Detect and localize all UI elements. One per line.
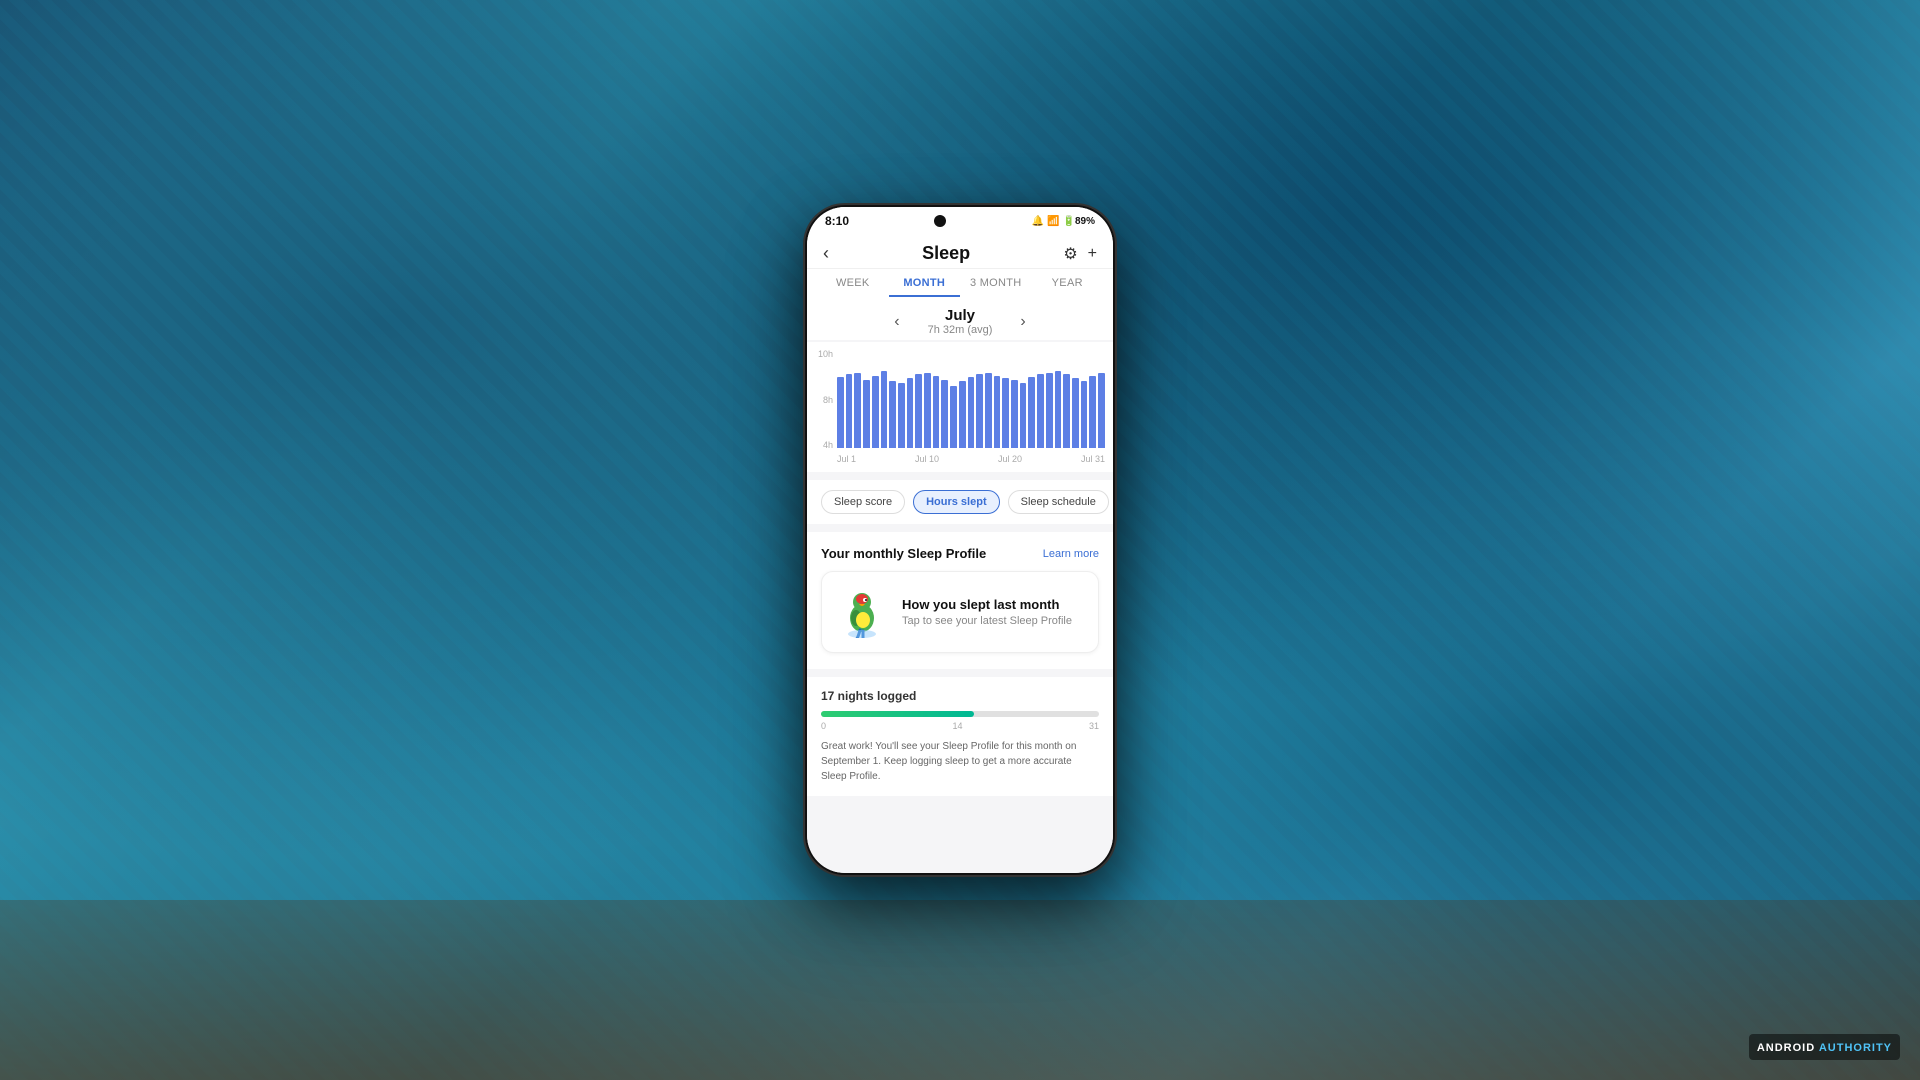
settings-icon[interactable]: ⚙ [1063,244,1077,264]
nights-logged-section: 17 nights logged 0 14 31 Great work! You… [807,677,1113,796]
phone-frame: 8:10 🔔 📶 🔋89% ‹ Sleep ⚙ + [805,205,1115,875]
y-label-4h: 4h [823,441,833,450]
bar-6 [881,371,888,448]
x-label-jul20: Jul 20 [998,454,1022,464]
bar-7 [889,381,896,448]
notification-icon: 🔔 [1032,216,1044,227]
add-icon[interactable]: + [1088,245,1097,263]
x-axis-labels: Jul 1 Jul 10 Jul 20 Jul 31 [811,450,1105,464]
y-axis-labels: 10h 8h 4h [811,350,837,450]
status-bar: 8:10 🔔 📶 🔋89% [807,207,1113,235]
x-label-jul10: Jul 10 [915,454,939,464]
bar-27 [1063,374,1070,448]
bar-10 [915,374,922,448]
page-title: Sleep [922,243,970,264]
bar-26 [1055,371,1062,448]
tick-end: 31 [1089,721,1099,731]
bar-17 [976,374,983,448]
section-title: Your monthly Sleep Profile [821,546,986,561]
phone-screen: 8:10 🔔 📶 🔋89% ‹ Sleep ⚙ + [807,207,1113,873]
bar-13 [941,380,948,448]
watermark-text: ANDROID AUTHORITY [1757,1042,1892,1054]
pill-sleep-schedule[interactable]: Sleep schedule [1008,490,1109,514]
battery-icon: 🔋89% [1063,216,1095,227]
bar-29 [1081,381,1088,448]
bar-24 [1037,374,1044,448]
progress-ticks: 0 14 31 [821,721,1099,731]
pill-sleep-score[interactable]: Sleep score [821,490,905,514]
bar-28 [1072,378,1079,448]
bar-9 [907,378,914,448]
bar-25 [1046,373,1053,448]
tab-3month[interactable]: 3 MONTH [960,269,1032,297]
sleep-profile-card-title: How you slept last month [902,597,1072,612]
watermark: ANDROID AUTHORITY [1749,1034,1900,1060]
nights-logged-label: 17 nights logged [821,689,1099,703]
progress-bar [821,711,1099,717]
prev-month-button[interactable]: ‹ [886,309,907,335]
back-button[interactable]: ‹ [823,243,829,264]
month-info: July 7h 32m (avg) [928,307,993,336]
bar-5 [872,376,879,448]
sleep-profile-section: Your monthly Sleep Profile Learn more [807,532,1113,669]
progress-fill [821,711,974,717]
bar-21 [1011,380,1018,448]
chart-bars [837,350,1105,450]
y-label-10h: 10h [818,350,833,359]
filter-pills: Sleep score Hours slept Sleep schedule [807,480,1113,524]
month-navigator: ‹ July 7h 32m (avg) › [807,297,1113,340]
learn-more-button[interactable]: Learn more [1043,548,1099,560]
bar-14 [950,386,957,448]
sleep-chart: 10h 8h 4h Jul 1 Jul 10 Jul 20 Jul 31 [807,342,1113,472]
bar-4 [863,380,870,448]
bar-30 [1089,376,1096,448]
app-header: ‹ Sleep ⚙ + [807,235,1113,269]
bar-23 [1028,377,1035,448]
tab-month[interactable]: MONTH [889,269,961,297]
camera-notch [934,215,946,227]
parrot-icon [836,586,888,638]
phone-device: 8:10 🔔 📶 🔋89% ‹ Sleep ⚙ + [805,205,1115,875]
bar-11 [924,373,931,448]
bar-16 [968,377,975,448]
status-time: 8:10 [825,214,849,228]
header-actions: ⚙ + [1063,244,1097,264]
bar-1 [837,377,844,448]
x-label-jul1: Jul 1 [837,454,856,464]
x-label-jul31: Jul 31 [1081,454,1105,464]
nights-description: Great work! You'll see your Sleep Profil… [821,739,1099,784]
bar-8 [898,383,905,448]
signal-icon: 📶 [1047,216,1059,227]
chart-container: 10h 8h 4h [811,350,1105,450]
tick-mid: 14 [952,721,962,731]
bar-22 [1020,383,1027,448]
bar-31 [1098,373,1105,448]
pill-hours-slept[interactable]: Hours slept [913,490,1000,514]
section-header: Your monthly Sleep Profile Learn more [821,546,1099,561]
bar-3 [854,373,861,448]
bar-12 [933,376,940,448]
tab-bar: WEEK MONTH 3 MONTH YEAR [807,269,1113,297]
tab-week[interactable]: WEEK [817,269,889,297]
tick-start: 0 [821,721,826,731]
next-month-button[interactable]: › [1012,309,1033,335]
month-name: July [928,307,993,324]
scroll-content[interactable]: ‹ July 7h 32m (avg) › 10h 8h 4h [807,297,1113,873]
status-icons: 🔔 📶 🔋89% [1032,216,1095,227]
sleep-profile-card[interactable]: How you slept last month Tap to see your… [821,571,1099,653]
bar-18 [985,373,992,448]
sleep-profile-text: How you slept last month Tap to see your… [902,597,1072,627]
table-surface [0,900,1920,1080]
bar-20 [1002,378,1009,448]
y-label-8h: 8h [823,396,833,405]
month-avg: 7h 32m (avg) [928,324,993,336]
bar-19 [994,376,1001,448]
sleep-profile-card-subtitle: Tap to see your latest Sleep Profile [902,615,1072,627]
tab-year[interactable]: YEAR [1032,269,1104,297]
bar-2 [846,374,853,448]
bar-15 [959,381,966,448]
